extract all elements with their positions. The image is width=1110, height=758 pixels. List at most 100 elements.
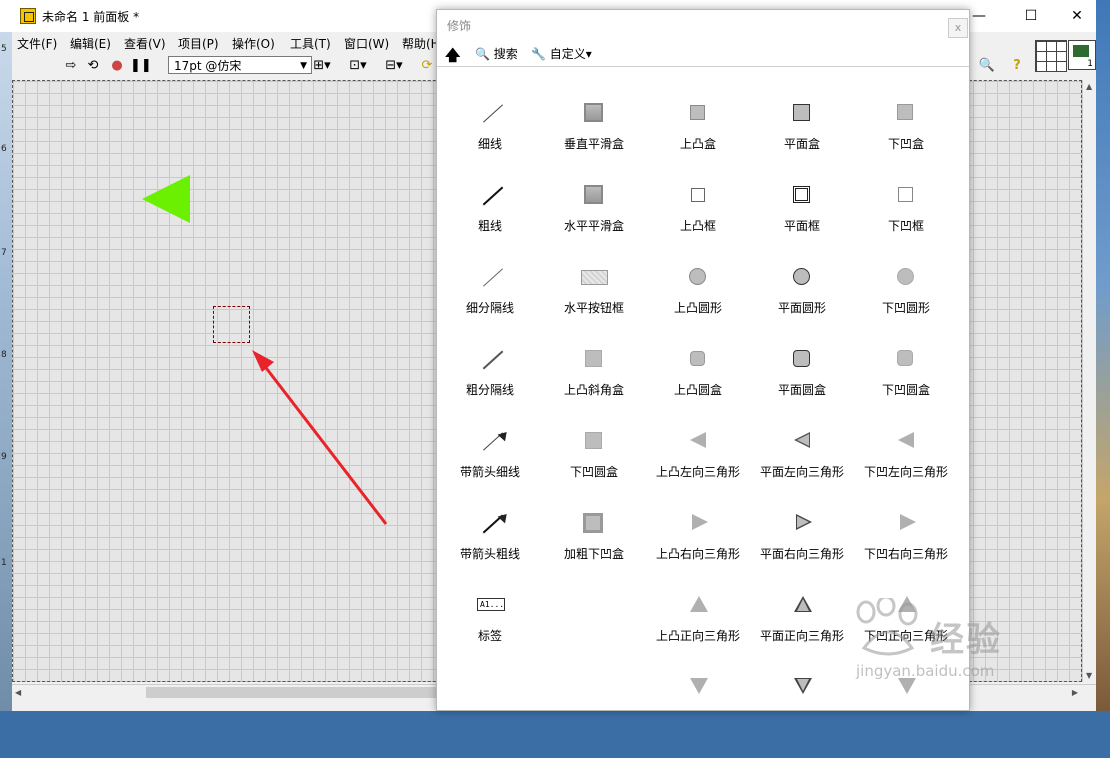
palette-item-label: 上凸斜角盒 <box>563 383 624 397</box>
palette-item-label: 带箭头粗线 <box>459 547 520 561</box>
flat-right-triangle-icon <box>782 512 822 536</box>
palette-item-label: 水平平滑盒 <box>563 219 624 233</box>
empty-icon <box>574 594 614 618</box>
thin-divider-icon <box>470 266 510 290</box>
palette-item-label: 上凸框 <box>679 219 716 233</box>
palette-item-label: 带箭头细线 <box>459 465 520 479</box>
palette-item-recessed-right-triangle[interactable]: 下凹右向三角形 <box>854 512 958 594</box>
palette-item-label: 上凸右向三角形 <box>655 547 740 561</box>
palette-divider <box>437 66 969 67</box>
palette-item-flat-circle[interactable]: 平面圆形 <box>750 266 854 348</box>
flat-left-triangle-icon <box>782 430 822 454</box>
palette-item-thick-line[interactable]: 粗线 <box>438 184 542 266</box>
palette-item-label: 下凹圆盒 <box>881 383 930 397</box>
palette-item-thin-arrow-line[interactable]: 带箭头细线 <box>438 428 542 512</box>
palette-item-raised-left-triangle[interactable]: 上凸左向三角形 <box>646 430 750 512</box>
wrench-icon: 🔧 <box>531 47 546 61</box>
palette-item-label: 下凹圆盒 <box>569 465 618 479</box>
recessed-right-triangle-icon <box>886 512 926 536</box>
thick-line-icon <box>470 184 510 208</box>
palette-item-flat-rounded-box[interactable]: 平面圆盒 <box>750 348 854 430</box>
palette-item-label: 下凹盒 <box>887 137 924 151</box>
palette-item-label: 粗线 <box>477 219 502 233</box>
palette-item-label: 上凸盒 <box>679 137 716 151</box>
raised-rounded-box-icon <box>678 348 718 372</box>
palette-item-raised-rounded-box[interactable]: 上凸圆盒 <box>646 348 750 430</box>
recessed-up-triangle-icon <box>886 594 926 618</box>
palette-item-recessed-rounded-box[interactable]: 下凹圆盒 <box>854 348 958 430</box>
palette-item-raised-up-triangle[interactable]: 上凸正向三角形 <box>646 594 750 676</box>
lower-down-triangle-icon <box>886 676 926 700</box>
palette-item-thick-arrow-line[interactable]: 带箭头粗线 <box>438 510 542 594</box>
palette-search-label: 搜索 <box>493 47 518 61</box>
palette-item-flat-down-triangle-partial[interactable] <box>750 676 854 758</box>
palette-item-label: 平面右向三角形 <box>759 547 844 561</box>
search-icon: 🔍 <box>475 47 490 61</box>
recessed-rounded-box-icon <box>886 348 926 372</box>
palette-item-recessed-rounded-box-2[interactable]: 下凹圆盒 <box>542 430 646 512</box>
palette-item-label: 上凸左向三角形 <box>655 465 740 479</box>
palette-item-label[interactable]: A1... 标签 <box>438 594 542 676</box>
raised-left-triangle-icon <box>678 430 718 454</box>
palette-item-flat-frame[interactable]: 平面框 <box>750 184 854 266</box>
palette-close-button[interactable]: x <box>948 18 968 38</box>
palette-title: 修饰 <box>447 19 472 33</box>
raised-frame-icon <box>678 184 718 208</box>
palette-item-flat-up-triangle[interactable]: 平面正向三角形 <box>750 594 854 676</box>
recessed-frame-icon <box>886 184 926 208</box>
palette-item-label: 水平按钮框 <box>563 301 624 315</box>
thick-divider-icon <box>470 348 510 372</box>
palette-item-raised-frame[interactable]: 上凸框 <box>646 184 750 266</box>
thick-arrow-line-icon <box>470 510 511 536</box>
label-icon: A1... <box>470 594 510 618</box>
palette-item-recessed-frame[interactable]: 下凹框 <box>854 184 958 266</box>
palette-search-button[interactable]: 🔍 搜索 <box>475 45 518 62</box>
raised-bevel-box-icon <box>574 348 614 372</box>
palette-item-label: 下凹左向三角形 <box>863 465 948 479</box>
palette-item-label: 下凹右向三角形 <box>863 547 948 561</box>
palette-item-recessed-left-triangle[interactable]: 下凹左向三角形 <box>854 430 958 512</box>
lower-down-triangle-icon <box>678 676 718 700</box>
flat-circle-icon <box>782 266 822 290</box>
palette-toolbar: 🡅 🔍 搜索 🔧 自定义▾ <box>437 42 969 66</box>
decorations-palette: 修饰 x 🡅 🔍 搜索 🔧 自定义▾ 细线 垂直平滑盒 上凸盒 平面盒 下凹盒粗线 水平平… <box>436 9 970 711</box>
palette-item-label: 标签 <box>477 629 502 643</box>
recessed-box-icon <box>886 102 926 126</box>
palette-item-label: 下凹正向三角形 <box>863 629 948 643</box>
palette-customize-button[interactable]: 🔧 自定义▾ <box>531 45 592 62</box>
palette-item-label: 平面盒 <box>783 137 820 151</box>
palette-item-raised-circle[interactable]: 上凸圆形 <box>646 266 750 348</box>
palette-item-empty <box>542 594 646 676</box>
palette-item-raised-box[interactable]: 上凸盒 <box>646 102 750 184</box>
flat-rounded-box-icon <box>782 348 822 372</box>
palette-item-recessed-circle[interactable]: 下凹圆形 <box>854 266 958 348</box>
palette-item-label: 上凸正向三角形 <box>655 629 740 643</box>
palette-item-flat-box[interactable]: 平面盒 <box>750 102 854 184</box>
palette-item-label: 垂直平滑盒 <box>563 137 624 151</box>
recessed-left-triangle-icon <box>886 430 926 454</box>
palette-item-label: 下凹圆形 <box>881 301 930 315</box>
palette-item-thin-line[interactable]: 细线 <box>438 102 542 184</box>
thin-arrow-line-icon <box>470 428 511 454</box>
palette-item-label: 平面框 <box>783 219 820 233</box>
palette-item-raised-right-triangle[interactable]: 上凸右向三角形 <box>646 512 750 594</box>
palette-item-label: 粗分隔线 <box>465 383 514 397</box>
palette-item-thick-divider[interactable]: 粗分隔线 <box>438 348 542 430</box>
palette-item-thin-divider[interactable]: 细分隔线 <box>438 266 542 348</box>
palette-item-flat-left-triangle[interactable]: 平面左向三角形 <box>750 430 854 512</box>
palette-item-horizontal-smooth-box[interactable]: 水平平滑盒 <box>542 184 646 266</box>
horizontal-smooth-box-icon <box>574 184 614 208</box>
palette-item-label: 加粗下凹盒 <box>563 547 624 561</box>
palette-item-label: 上凸圆盒 <box>673 383 722 397</box>
palette-item-label: 下凹框 <box>887 219 924 233</box>
palette-item-vertical-smooth-box[interactable]: 垂直平滑盒 <box>542 102 646 184</box>
palette-item-lower-down-triangle-partial-2[interactable] <box>854 676 958 758</box>
palette-item-horizontal-button-frame[interactable]: 水平按钮框 <box>542 266 646 348</box>
palette-item-lower-down-triangle-partial[interactable] <box>646 676 750 758</box>
palette-item-recessed-box[interactable]: 下凹盒 <box>854 102 958 184</box>
palette-item-raised-bevel-box[interactable]: 上凸斜角盒 <box>542 348 646 430</box>
recessed-circle-icon <box>886 266 926 290</box>
palette-item-recessed-up-triangle[interactable]: 下凹正向三角形 <box>854 594 958 676</box>
palette-item-flat-right-triangle[interactable]: 平面右向三角形 <box>750 512 854 594</box>
palette-item-thick-recessed-box[interactable]: 加粗下凹盒 <box>542 512 646 594</box>
